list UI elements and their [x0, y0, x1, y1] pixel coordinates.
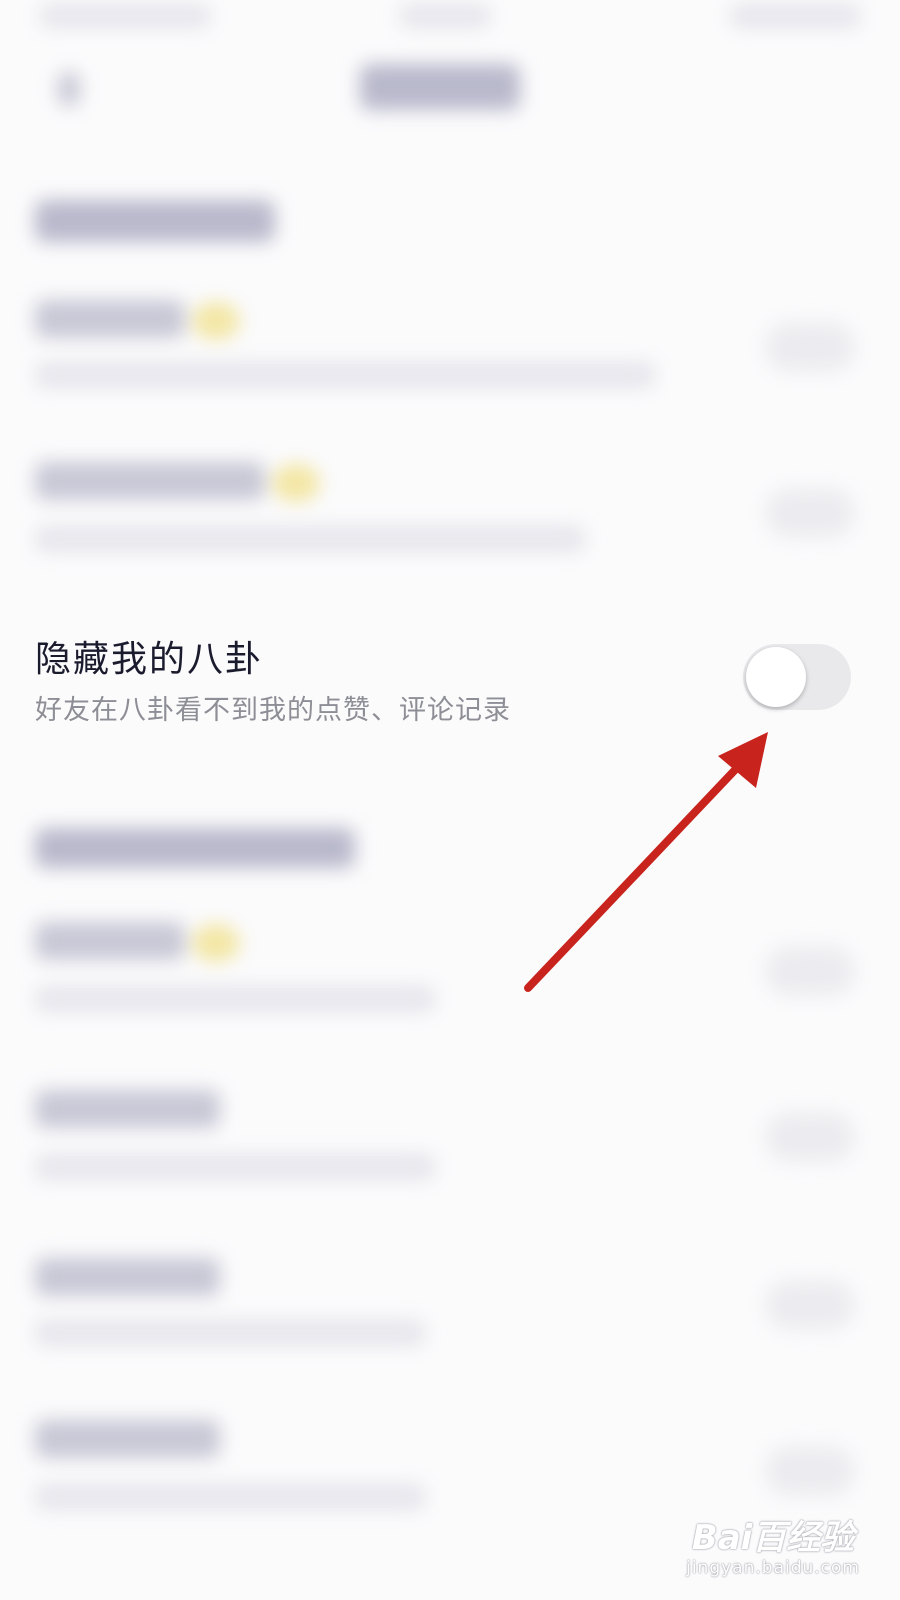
toggle-switch[interactable]	[765, 1446, 855, 1496]
list-item-subtitle	[35, 1320, 425, 1346]
vip-badge-icon	[192, 302, 240, 340]
list-item-title	[35, 1420, 220, 1458]
section-header	[35, 200, 275, 242]
section-header	[35, 828, 355, 868]
baidu-jingyan-watermark: Bai百经验 jingyan.baidu.com	[686, 1518, 860, 1578]
list-item-title	[35, 922, 185, 960]
list-item-subtitle	[35, 1484, 425, 1510]
back-arrow-icon[interactable]	[58, 72, 80, 106]
toggle-switch[interactable]	[765, 488, 855, 538]
watermark-logo: Bai百经验	[691, 1518, 855, 1558]
list-item-title	[35, 1258, 220, 1296]
toggle-switch[interactable]	[765, 946, 855, 996]
list-item-subtitle	[35, 526, 585, 552]
setting-subtitle: 好友在八卦看不到我的点赞、评论记录	[35, 695, 511, 726]
page-title	[360, 64, 520, 110]
watermark-url: jingyan.baidu.com	[686, 1558, 860, 1578]
status-bar-left	[40, 4, 210, 28]
list-item-subtitle	[35, 362, 655, 388]
toggle-knob	[746, 647, 806, 707]
status-bar-right	[730, 4, 860, 28]
hide-gossip-toggle[interactable]	[743, 644, 851, 710]
list-item-subtitle	[35, 1154, 435, 1180]
toggle-switch[interactable]	[765, 322, 855, 372]
settings-screen: 隐藏我的八卦 好友在八卦看不到我的点赞、评论记录 Bai百经验 jingyan.…	[0, 0, 900, 1600]
vip-badge-icon	[272, 464, 320, 502]
list-item-title	[35, 1090, 220, 1128]
list-item-title	[35, 300, 185, 338]
status-bar-center	[400, 4, 490, 28]
vip-badge-icon	[192, 924, 240, 962]
blurred-background	[0, 0, 900, 1600]
list-item-title	[35, 462, 265, 500]
setting-title: 隐藏我的八卦	[35, 639, 264, 680]
list-item-subtitle	[35, 986, 435, 1012]
toggle-switch[interactable]	[765, 1112, 855, 1162]
toggle-switch[interactable]	[765, 1280, 855, 1330]
setting-row-hide-my-gossip: 隐藏我的八卦 好友在八卦看不到我的点赞、评论记录	[0, 620, 900, 750]
